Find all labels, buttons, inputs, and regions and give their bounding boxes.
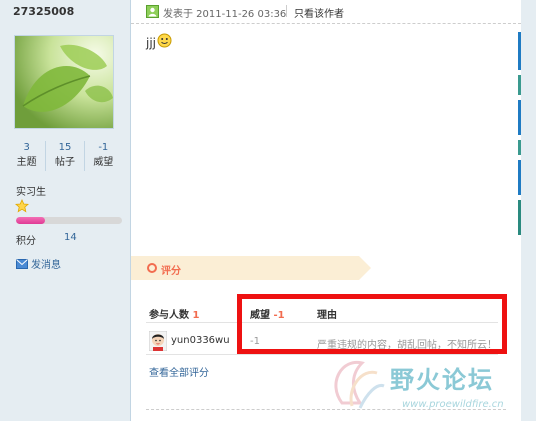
user-panel: 27325008 3 主题 15 帖子 -1 威望 实习生 积分 14 发消息 (0, 0, 131, 421)
envelope-icon (16, 258, 28, 269)
col-participants: 参与人数 1 (149, 306, 199, 321)
col-participants-label: 参与人数 (149, 310, 189, 321)
post-text: jjj (146, 36, 157, 50)
scrollbar-segment[interactable] (518, 32, 521, 70)
col-prestige: 威望 -1 (250, 306, 285, 321)
col-prestige-label: 威望 (250, 310, 270, 321)
post-timestamp: 发表于 2011-11-26 03:36 (163, 9, 287, 20)
scrollbar-segment[interactable] (518, 160, 521, 195)
watermark-url: www.proewildfire.cn (402, 399, 504, 410)
rater-username[interactable]: yun0336wu (171, 335, 230, 346)
user-rank: 实习生 (16, 187, 46, 198)
participants-count: 1 (192, 310, 200, 321)
scrollbar-segment[interactable] (518, 200, 521, 235)
watermark-text: 野火论坛 (390, 365, 494, 394)
level-progress-fill (16, 217, 45, 224)
rating-value: -1 (250, 336, 260, 347)
only-author-link[interactable]: 只看该作者 (294, 5, 344, 20)
avatar[interactable] (14, 35, 114, 129)
stat-value: 3 (23, 142, 30, 153)
col-reason: 理由 (317, 310, 337, 321)
scrollbar-segment[interactable] (518, 100, 521, 135)
scrollbar-segment[interactable] (518, 75, 521, 95)
send-message-label: 发消息 (31, 260, 61, 271)
star-icon (15, 199, 29, 213)
smiley-icon (157, 33, 172, 48)
rating-circle-icon (147, 263, 157, 273)
stat-posts[interactable]: 15 帖子 (46, 141, 85, 171)
online-status-icon (146, 5, 159, 18)
post-content: jjj (146, 33, 172, 50)
prestige-total: -1 (273, 310, 285, 321)
level-progress-bar (16, 217, 122, 224)
username[interactable]: 27325008 (13, 5, 74, 18)
rating-header-divider (146, 322, 498, 323)
rating-tag-label: 评分 (161, 266, 181, 277)
score-value: 14 (64, 232, 77, 243)
rater-avatar[interactable] (149, 331, 167, 351)
stat-value: 15 (58, 142, 72, 153)
stat-label: 主题 (16, 157, 37, 168)
header-divider (286, 5, 287, 17)
stat-topics[interactable]: 3 主题 (8, 141, 47, 171)
send-message-link[interactable]: 发消息 (16, 256, 61, 271)
stat-label: 威望 (93, 157, 114, 168)
stat-value: -1 (98, 142, 109, 153)
stat-label: 帖子 (54, 157, 75, 168)
stat-prestige[interactable]: -1 威望 (85, 141, 122, 171)
score-label: 积分 (16, 236, 36, 247)
post-header: 发表于 2011-11-26 03:36 只看该作者 (131, 0, 521, 24)
user-stats: 3 主题 15 帖子 -1 威望 (8, 141, 122, 171)
scrollbar-segment[interactable] (518, 140, 521, 155)
view-all-ratings-link[interactable]: 查看全部评分 (149, 364, 209, 379)
